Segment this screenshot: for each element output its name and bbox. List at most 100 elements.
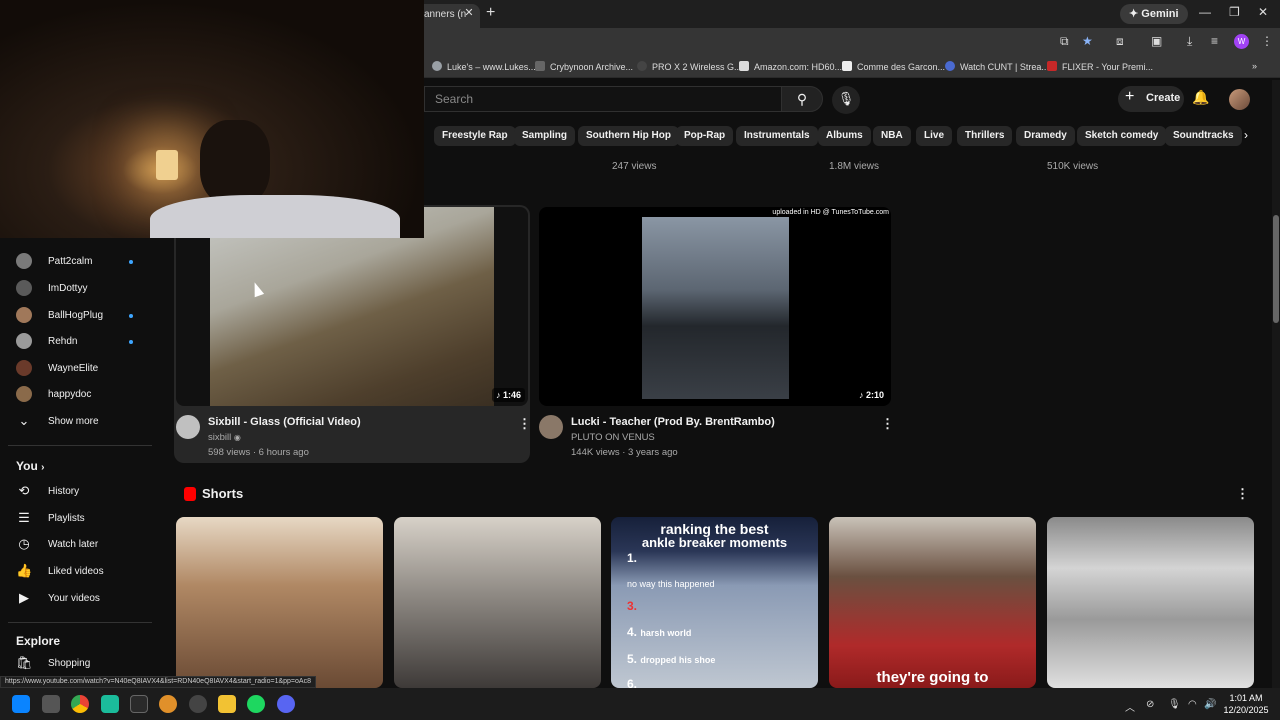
chip[interactable]: Dramedy [1016,126,1075,146]
item-number: 6. [627,677,638,688]
cast-icon[interactable]: ⧉ [1060,34,1069,49]
bookmark-item[interactable]: Comme des Garcon... [842,61,945,72]
close-window-icon[interactable]: ✕ [1258,5,1268,19]
item-text: dropped his shoe [640,655,716,665]
video-title[interactable]: Sixbill - Glass (Official Video) [208,416,361,428]
microphone-tray-icon[interactable]: 🎙 [1168,699,1181,710]
channel-avatar[interactable] [539,415,563,439]
short-thumbnail[interactable] [1047,517,1254,688]
sidebar-item-watch-later[interactable]: ◷ Watch later [16,535,156,555]
you-heading[interactable]: You › [16,459,44,473]
shorts-more-options-icon[interactable]: ⋮ [1236,486,1249,502]
download-icon[interactable]: ⤓ [1187,34,1192,49]
short-thumbnail[interactable]: ranking the best ankle breaker moments 1… [611,517,818,688]
short-thumbnail[interactable] [176,517,383,688]
sidebar-item-subscription[interactable]: ImDottyy [16,279,156,299]
sidebar-item-your-videos[interactable]: ▶ Your videos [16,589,156,609]
new-content-dot [129,340,133,344]
channel-name[interactable]: sixbill ◉ [208,432,241,443]
channel-name[interactable]: PLUTO ON VENUS [571,432,655,443]
sidebar-item-shopping[interactable]: 🛍 Shopping [16,654,156,674]
chip[interactable]: Pop-Rap [676,126,734,146]
volume-icon[interactable]: 🔊 [1204,699,1216,710]
chip[interactable]: Albums [818,126,871,146]
sidebar-item-label: Your videos [48,593,100,604]
sidebar-item-history[interactable]: ⟲ History [16,482,156,502]
sidebar-item-liked-videos[interactable]: 👍 Liked videos [16,562,156,582]
windows-start-icon[interactable] [12,695,30,713]
chip[interactable]: NBA [873,126,911,146]
extensions-icon[interactable]: ⧈ [1116,34,1124,49]
more-options-icon[interactable]: ⋮ [518,416,531,432]
minimize-icon[interactable]: — [1199,5,1211,19]
gemini-button[interactable]: ✦ Gemini [1120,4,1188,24]
sidebar-item-subscription[interactable]: happydoc [16,385,156,405]
video-thumbnail[interactable]: uploaded in HD @ TunesToTube.com [539,207,891,406]
channel-name: happydoc [48,389,92,400]
short-thumbnail[interactable]: they're going to [829,517,1036,688]
bookmark-item[interactable]: Amazon.com: HD60... [739,61,842,72]
browser-profile-avatar[interactable]: W [1234,34,1249,49]
bookmark-item[interactable]: Watch CUNT | Strea... [945,61,1049,72]
notifications-bell-icon[interactable]: 🔔 [1192,89,1209,106]
spotify-icon[interactable] [247,695,265,713]
chip[interactable]: Instrumentals [736,126,818,146]
bookmarks-overflow-icon[interactable]: » [1252,61,1257,71]
show-more-button[interactable]: ⌄ Show more [16,412,156,432]
page-scrollbar[interactable] [1272,80,1280,688]
restore-icon[interactable]: ❐ [1229,5,1240,19]
chip[interactable]: Sketch comedy [1077,126,1167,146]
video-title[interactable]: Lucki - Teacher (Prod By. BrentRambo) [571,416,775,428]
sidebar-item-playlists[interactable]: ☰ Playlists [16,509,156,529]
more-options-icon[interactable]: ⋮ [881,416,894,432]
user-avatar[interactable] [1229,89,1250,110]
chrome-icon[interactable] [71,695,89,713]
new-tab-icon[interactable]: + [486,4,495,22]
tray-app-icon[interactable]: ⊘ [1146,699,1154,710]
file-explorer-icon[interactable] [218,695,236,713]
chip[interactable]: Thrillers [957,126,1013,146]
taskbar-clock[interactable]: 1:01 AM 12/20/2025 [1222,692,1270,716]
chip[interactable]: Live [916,126,953,146]
chevron-right-icon[interactable]: › [1244,128,1248,142]
browser-menu-icon[interactable]: ⋮ [1261,34,1273,48]
task-view-icon[interactable] [42,695,60,713]
chip[interactable]: Southern Hip Hop [578,126,679,146]
chip[interactable]: Soundtracks [1165,126,1242,146]
wifi-icon[interactable]: ◠ [1188,699,1197,710]
app-icon[interactable] [101,695,119,713]
sidebar-item-subscription[interactable]: WayneElite [16,359,156,379]
chip[interactable]: Sampling [514,126,576,146]
media-icon[interactable]: ≡ [1211,34,1218,48]
close-tab-icon[interactable]: ✕ [462,6,476,19]
side-panel-icon[interactable]: ▣ [1151,34,1162,48]
sidebar-item-subscription[interactable]: Rehdn [16,332,156,352]
microphone-icon[interactable]: 🎙 [832,86,860,114]
search-input[interactable]: Search [424,86,781,112]
sidebar-divider [8,445,152,446]
chevron-down-icon: ⌄ [18,413,30,428]
bookmark-item[interactable]: Luke's – www.Lukes... [432,61,536,72]
sidebar-item-subscription[interactable]: BallHogPlug [16,306,156,326]
bookmark-star-icon[interactable]: ★ [1082,34,1093,48]
tray-chevron-icon[interactable]: ︿ [1125,699,1135,714]
clock-time: 1:01 AM [1229,693,1263,703]
gemini-label: Gemini [1141,8,1179,20]
short-caption: they're going to [876,669,989,686]
sidebar-item-subscription[interactable]: Patt2calm [16,252,156,272]
chip[interactable]: Freestyle Rap [434,126,516,146]
item-text: harsh world [640,628,692,638]
app-icon[interactable] [159,695,177,713]
xbox-icon[interactable] [130,695,148,713]
short-thumbnail[interactable] [394,517,601,688]
item-text: no way this happened [627,579,715,589]
channel-avatar[interactable] [176,415,200,439]
scrollbar-thumb[interactable] [1273,215,1279,323]
bookmark-item[interactable]: PRO X 2 Wireless G... [637,61,742,72]
bookmark-item[interactable]: FLIXER - Your Premi... [1047,61,1153,72]
steam-icon[interactable] [189,695,207,713]
search-icon[interactable]: ⚲ [781,86,823,112]
discord-icon[interactable] [277,695,295,713]
bookmark-item[interactable]: Crybynoon Archive... [535,61,633,72]
clock-date: 12/20/2025 [1223,705,1269,715]
